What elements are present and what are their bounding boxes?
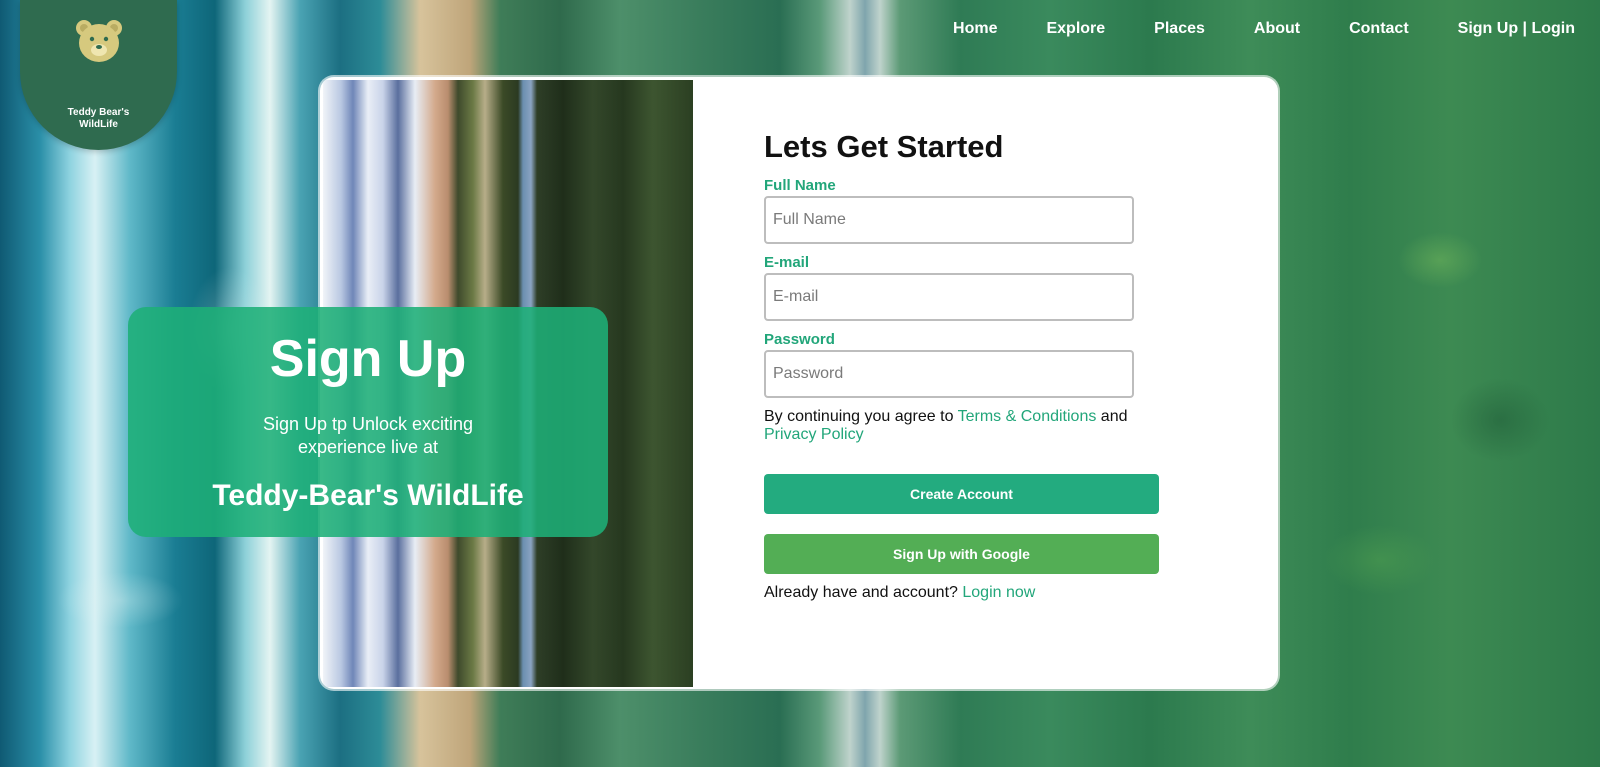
- bear-icon: [74, 18, 124, 69]
- nav-about[interactable]: About: [1254, 18, 1300, 40]
- create-account-button[interactable]: Create Account: [764, 474, 1159, 514]
- privacy-link[interactable]: Privacy Policy: [764, 426, 864, 443]
- terms-agreement: By continuing you agree to Terms & Condi…: [764, 408, 1144, 444]
- nav-signup-login[interactable]: Sign Up | Login: [1458, 18, 1575, 40]
- nav-home[interactable]: Home: [953, 18, 997, 40]
- brand-name: Teddy Bear's WildLife: [67, 107, 130, 130]
- hero-panel: Sign Up Sign Up tp Unlock exciting exper…: [128, 307, 608, 537]
- full-name-input[interactable]: [764, 196, 1134, 244]
- terms-link[interactable]: Terms & Conditions: [958, 408, 1097, 425]
- nav-explore[interactable]: Explore: [1046, 18, 1105, 40]
- google-signup-button[interactable]: Sign Up with Google: [764, 534, 1159, 574]
- form-heading: Lets Get Started: [764, 129, 1004, 164]
- email-input[interactable]: [764, 273, 1134, 321]
- hero-brand-name: Teddy-Bear's WildLife: [212, 479, 524, 512]
- hero-subtitle: Sign Up tp Unlock exciting experience li…: [262, 414, 474, 457]
- nav-places[interactable]: Places: [1154, 18, 1205, 40]
- site-logo[interactable]: Teddy Bear's WildLife: [20, 0, 177, 150]
- full-name-label: Full Name: [764, 177, 836, 194]
- login-prefix: Already have and account?: [764, 584, 958, 601]
- signup-form: Lets Get Started Full Name E-mail Passwo…: [764, 125, 1164, 602]
- main-nav: Home Explore Places About Contact Sign U…: [904, 18, 1575, 40]
- nav-contact[interactable]: Contact: [1349, 18, 1409, 40]
- hero-title: Sign Up: [269, 330, 467, 388]
- login-link[interactable]: Login now: [962, 584, 1035, 601]
- password-label: Password: [764, 331, 835, 348]
- email-label: E-mail: [764, 254, 810, 271]
- login-prompt: Already have and account? Login now: [764, 584, 1164, 602]
- password-input[interactable]: [764, 350, 1134, 398]
- agree-prefix: By continuing you agree to: [764, 408, 954, 425]
- agree-and: and: [1100, 408, 1128, 425]
